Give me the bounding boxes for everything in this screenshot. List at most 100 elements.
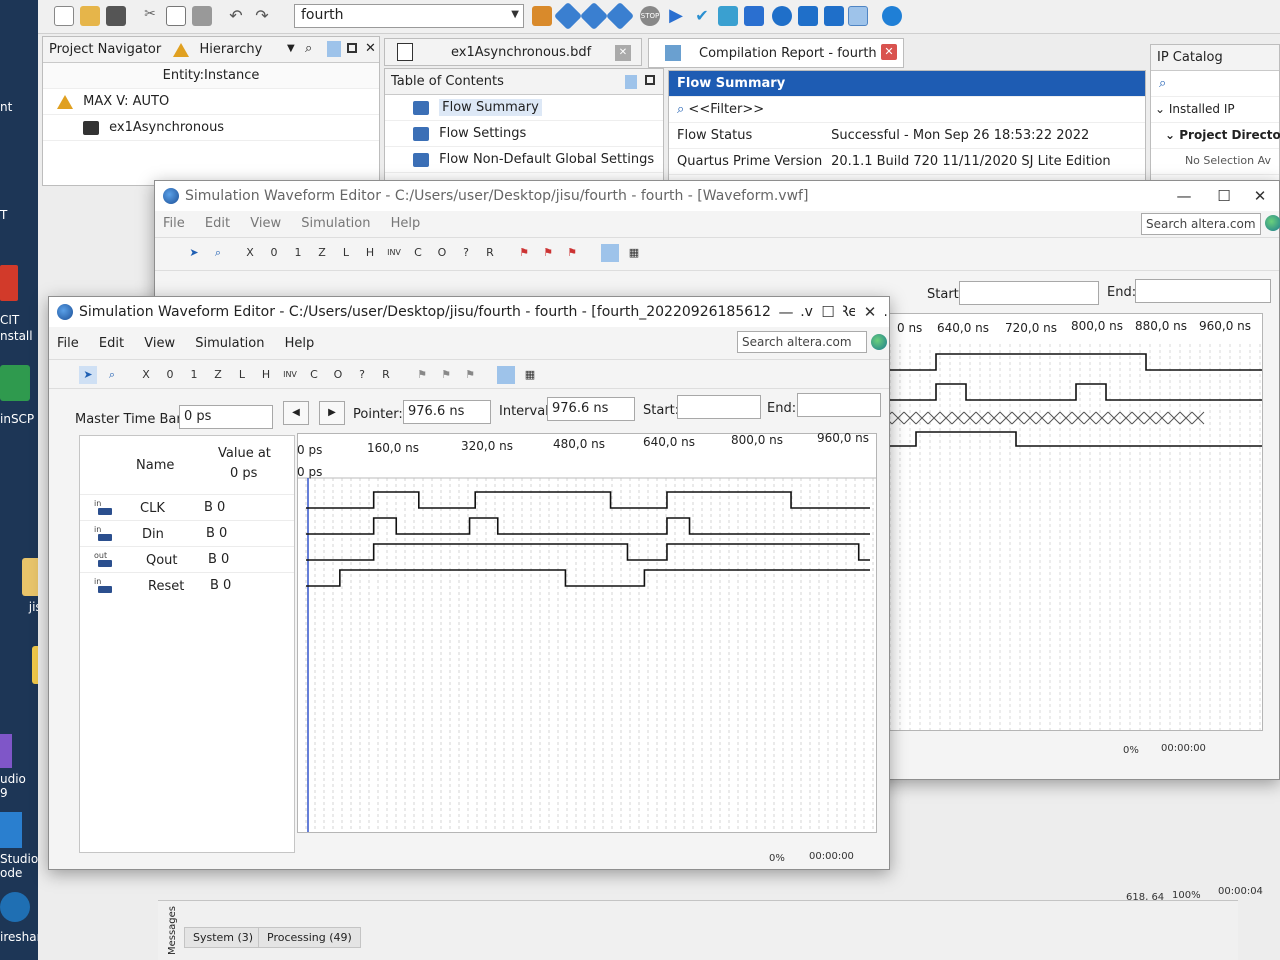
menu-file[interactable]: File	[163, 216, 185, 231]
zoom-tool-icon[interactable]: ⌕	[103, 366, 121, 384]
chip-planner-icon[interactable]	[848, 6, 868, 26]
search-icon[interactable]: ⌕	[305, 41, 312, 56]
messages-tab-system[interactable]: System (3)	[184, 927, 263, 948]
chevron-down-icon[interactable]: ▼	[287, 43, 295, 54]
fitter-icon[interactable]	[605, 1, 635, 31]
start-field[interactable]	[959, 281, 1099, 305]
force-unknown-icon[interactable]: X	[137, 366, 155, 384]
signal-row-reset[interactable]: in Reset B 0	[80, 572, 294, 598]
invert-icon[interactable]: INV	[281, 366, 299, 384]
winscp-icon[interactable]	[0, 365, 30, 401]
end-field[interactable]	[797, 393, 881, 417]
force-z-icon[interactable]: Z	[209, 366, 227, 384]
force-low-icon[interactable]: 0	[265, 244, 283, 262]
functional-sim-icon[interactable]: ⚑	[413, 366, 431, 384]
close-icon[interactable]: ✕	[365, 41, 376, 56]
random-values-icon[interactable]: ?	[457, 244, 475, 262]
maximize-icon[interactable]: ☐	[813, 301, 843, 323]
grid-settings-icon[interactable]: ▦	[625, 244, 643, 262]
hierarchy-tab[interactable]: Hierarchy	[200, 42, 263, 57]
ip-search-field[interactable]: ⌕	[1151, 71, 1279, 97]
force-weak-low-icon[interactable]: L	[233, 366, 251, 384]
toc-item-flow-summary[interactable]: Flow Summary	[385, 95, 663, 121]
force-weak-low-icon[interactable]: L	[337, 244, 355, 262]
snap-grid-icon[interactable]	[601, 244, 619, 262]
assembler-icon[interactable]	[744, 6, 764, 26]
arbitrary-value-icon[interactable]: R	[481, 244, 499, 262]
redo-icon[interactable]: ↷	[252, 6, 272, 26]
select-tool-icon[interactable]: ➤	[79, 366, 97, 384]
zoom-tool-icon[interactable]: ⌕	[209, 244, 227, 262]
force-z-icon[interactable]: Z	[313, 244, 331, 262]
project-navigator-tab[interactable]: Project Navigator	[49, 42, 161, 57]
netlist-gen-icon[interactable]: ⚑	[563, 244, 581, 262]
force-weak-high-icon[interactable]: H	[257, 366, 275, 384]
pin-icon[interactable]	[327, 41, 341, 57]
menu-simulation[interactable]: Simulation	[195, 336, 264, 351]
random-values-icon[interactable]: ?	[353, 366, 371, 384]
signal-row-qout[interactable]: out Qout B 0	[80, 546, 294, 572]
help-chat-icon[interactable]	[882, 6, 902, 26]
close-icon[interactable]: ✕	[615, 45, 631, 61]
previous-transition-button[interactable]: ◀	[283, 401, 309, 425]
next-transition-button[interactable]: ▶	[319, 401, 345, 425]
open-folder-icon[interactable]	[80, 6, 100, 26]
programmer-icon[interactable]	[824, 6, 844, 26]
grid-settings-icon[interactable]: ▦	[521, 366, 539, 384]
back-waveform-area[interactable]	[855, 313, 1263, 731]
force-weak-high-icon[interactable]: H	[361, 244, 379, 262]
arbitrary-value-icon[interactable]: R	[377, 366, 395, 384]
close-icon[interactable]: ✕	[1245, 185, 1275, 207]
netlist-gen-icon[interactable]: ⚑	[461, 366, 479, 384]
save-icon[interactable]	[106, 6, 126, 26]
timing-sim-icon[interactable]: ⚑	[539, 244, 557, 262]
copy-icon[interactable]	[166, 6, 186, 26]
end-field[interactable]	[1135, 279, 1271, 303]
report-tab[interactable]: Compilation Report - fourth ✕	[648, 38, 904, 68]
timing-icon[interactable]	[718, 6, 738, 26]
stop-icon[interactable]: STOP	[640, 6, 660, 26]
close-icon[interactable]: ✕	[855, 301, 885, 323]
functional-sim-icon[interactable]: ⚑	[515, 244, 533, 262]
pin-planner-icon[interactable]	[532, 6, 552, 26]
menu-view[interactable]: View	[144, 336, 175, 351]
timing-sim-icon[interactable]: ⚑	[437, 366, 455, 384]
installed-ip-item[interactable]: ⌄ Installed IP	[1151, 97, 1279, 123]
count-value-icon[interactable]: C	[305, 366, 323, 384]
project-combo[interactable]: fourth ▼	[294, 4, 524, 28]
netlist-icon[interactable]	[798, 6, 818, 26]
waveform-grid[interactable]	[297, 433, 877, 833]
float-icon[interactable]	[645, 75, 655, 85]
synthesis-icon[interactable]	[579, 1, 609, 31]
start-field[interactable]	[677, 395, 761, 419]
snap-grid-icon[interactable]	[497, 366, 515, 384]
new-file-icon[interactable]	[54, 6, 74, 26]
force-unknown-icon[interactable]: X	[241, 244, 259, 262]
overwrite-clock-icon[interactable]: O	[329, 366, 347, 384]
force-high-icon[interactable]: 1	[289, 244, 307, 262]
search-input[interactable]: Search altera.com	[1141, 213, 1261, 235]
toc-item-non-default[interactable]: Flow Non-Default Global Settings	[385, 147, 663, 173]
check-icon[interactable]: ✔	[692, 6, 712, 26]
app-shortcut-icon[interactable]	[0, 265, 18, 301]
count-value-icon[interactable]: C	[409, 244, 427, 262]
force-low-icon[interactable]: 0	[161, 366, 179, 384]
minimize-icon[interactable]: —	[1169, 185, 1199, 207]
signal-row-clk[interactable]: in CLK B 0	[80, 494, 294, 520]
device-row[interactable]: MAX V: AUTO	[43, 89, 379, 115]
start-compilation-icon[interactable]: ▶	[666, 6, 686, 26]
project-directory-item[interactable]: ⌄ Project Directory	[1151, 123, 1280, 149]
menu-simulation[interactable]: Simulation	[301, 216, 370, 231]
clock-icon[interactable]	[772, 6, 792, 26]
file-tab[interactable]: ex1Asynchronous.bdf ✕	[384, 38, 642, 66]
menu-help[interactable]: Help	[285, 336, 315, 351]
messages-tab-processing[interactable]: Processing (49)	[258, 927, 361, 948]
master-time-bar-field[interactable]: 0 ps	[179, 405, 273, 429]
analysis-icon[interactable]	[553, 1, 583, 31]
force-high-icon[interactable]: 1	[185, 366, 203, 384]
select-tool-icon[interactable]: ➤	[185, 244, 203, 262]
visual-studio-icon[interactable]	[0, 734, 12, 768]
globe-icon[interactable]	[871, 334, 887, 350]
maximize-icon[interactable]: ☐	[1209, 185, 1239, 207]
menu-help[interactable]: Help	[391, 216, 421, 231]
